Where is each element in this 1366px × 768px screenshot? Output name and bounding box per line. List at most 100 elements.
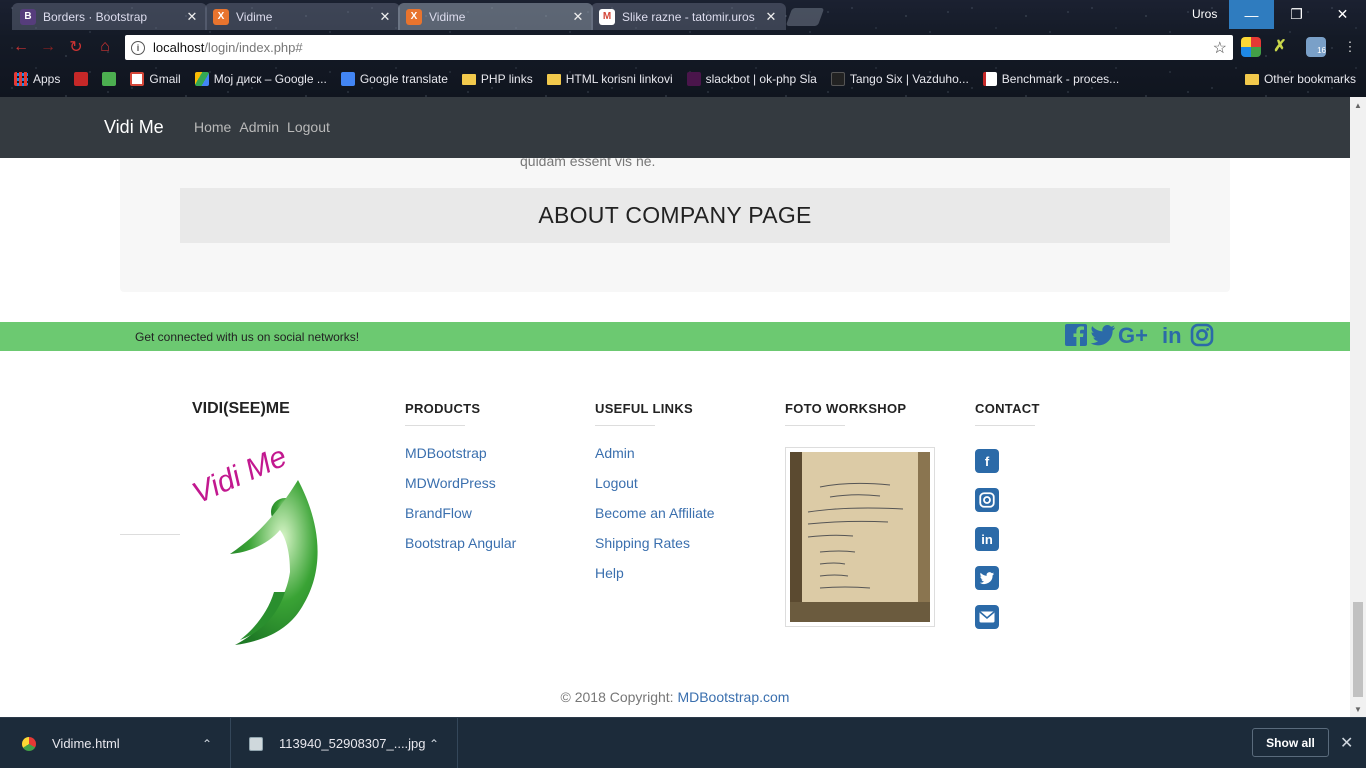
new-tab-button[interactable] (785, 8, 825, 26)
gmail-icon (130, 72, 145, 86)
extension-color-icon[interactable] (1241, 37, 1261, 57)
copyright-link[interactable]: MDBootstrap.com (677, 689, 789, 705)
extension-x-icon[interactable]: ✗ (1270, 37, 1290, 57)
bookmark-drive[interactable]: Мој диск – Google ... (194, 72, 327, 86)
workshop-photo[interactable] (785, 447, 935, 627)
bookmark-html-links[interactable]: HTML korisni linkovi (546, 72, 673, 86)
download-filename: Vidime.html (52, 736, 120, 751)
contact-icons: f in (975, 449, 999, 629)
link-bootstrap-angular[interactable]: Bootstrap Angular (405, 535, 516, 565)
scroll-up-arrow-icon[interactable]: ▲ (1350, 97, 1366, 113)
heading-rule (405, 425, 465, 426)
folder-icon (1244, 73, 1259, 85)
bookmark-slackbot[interactable]: slackbot | ok-php Sla (686, 72, 817, 86)
bookmark-tango-six[interactable]: Tango Six | Vazduho... (830, 72, 969, 86)
extension-cloud-icon[interactable]: 16 (1306, 37, 1326, 57)
bookmark-gmail[interactable]: Gmail (130, 72, 181, 86)
apps-icon (14, 72, 28, 86)
folder-icon (461, 73, 476, 85)
tab-vidime-2[interactable]: X Vidime ✕ (398, 3, 593, 30)
reload-icon[interactable]: ↻ (66, 37, 86, 57)
benchmark-icon (982, 72, 997, 86)
facebook-icon[interactable] (1064, 323, 1088, 347)
download-item-html[interactable]: Vidime.html ⌃ (0, 718, 231, 768)
svg-text:G+: G+ (1118, 323, 1148, 347)
bookmark-translate[interactable]: Google translate (340, 72, 448, 86)
tab-borders-bootstrap[interactable]: B Borders · Bootstrap ✕ (12, 3, 207, 30)
close-tab-icon[interactable]: ✕ (185, 9, 199, 25)
translate-icon (340, 72, 355, 86)
instagram-icon[interactable] (975, 488, 999, 512)
bookmark-apps[interactable]: Apps (14, 72, 60, 86)
link-logout[interactable]: Logout (595, 475, 715, 505)
bookmark-maps[interactable] (102, 72, 117, 86)
scroll-down-arrow-icon[interactable]: ▼ (1350, 701, 1366, 717)
url-text[interactable]: localhost/login/index.php# (153, 40, 1205, 55)
nav-home[interactable]: Home (194, 119, 231, 135)
tab-slike-razne[interactable]: M Slike razne - tatomir.uros ✕ (591, 3, 786, 30)
folder-icon (546, 73, 561, 85)
bookmark-star-icon[interactable]: ☆ (1213, 38, 1233, 58)
envelope-icon[interactable] (975, 605, 999, 629)
xampp-favicon-icon: X (213, 8, 229, 25)
facebook-icon[interactable]: f (975, 449, 999, 473)
bookmark-pdf[interactable] (74, 72, 89, 86)
bookmarks-bar: Apps Gmail Мој диск – Google ... Google … (0, 66, 1366, 92)
tab-title: Vidime (429, 9, 466, 24)
minimize-button[interactable]: — (1229, 0, 1274, 29)
back-arrow-icon[interactable]: ← (11, 37, 31, 57)
link-mdwordpress[interactable]: MDWordPress (405, 475, 516, 505)
tab-vidime-1[interactable]: X Vidime ✕ (205, 3, 400, 30)
menu-kebab-icon[interactable]: ⋮ (1340, 37, 1360, 57)
instagram-icon[interactable] (1190, 323, 1214, 347)
browser-toolbar: ← → ↻ ⌂ i localhost/login/index.php# ☆ ✗… (0, 33, 1366, 61)
pdf-icon (74, 72, 89, 86)
chevron-up-icon[interactable]: ⌃ (202, 737, 212, 751)
link-shipping-rates[interactable]: Shipping Rates (595, 535, 715, 565)
linkedin-icon[interactable]: in (1162, 323, 1188, 347)
home-icon[interactable]: ⌂ (95, 37, 115, 57)
link-help[interactable]: Help (595, 565, 715, 595)
navbar-brand[interactable]: Vidi Me (104, 117, 164, 138)
tab-title: Vidime (236, 9, 273, 24)
profile-name[interactable]: Uros (1192, 7, 1217, 21)
restore-button[interactable]: ❐ (1274, 0, 1319, 29)
close-shelf-icon[interactable]: ✕ (1340, 733, 1353, 753)
link-admin[interactable]: Admin (595, 445, 715, 475)
scroll-thumb[interactable] (1353, 602, 1363, 697)
about-heading: ABOUT COMPANY PAGE (180, 188, 1170, 243)
download-item-jpg[interactable]: 113940_52908307_....jpg ⌃ (231, 718, 458, 768)
link-brandflow[interactable]: BrandFlow (405, 505, 516, 535)
twitter-icon[interactable] (975, 566, 999, 590)
download-filename: 113940_52908307_....jpg (279, 736, 426, 751)
chevron-up-icon[interactable]: ⌃ (429, 737, 439, 751)
close-window-button[interactable]: ✕ (1320, 0, 1365, 29)
vidi-me-logo: Vidi Me (190, 442, 318, 645)
bookmark-php-links[interactable]: PHP links (461, 72, 533, 86)
link-mdbootstrap[interactable]: MDBootstrap (405, 445, 516, 475)
close-tab-icon[interactable]: ✕ (378, 9, 392, 25)
flipchart-image (790, 452, 930, 622)
google-plus-icon[interactable]: G+ (1118, 323, 1160, 347)
link-affiliate[interactable]: Become an Affiliate (595, 505, 715, 535)
bootstrap-favicon-icon: B (20, 8, 36, 25)
show-all-button[interactable]: Show all (1252, 728, 1329, 757)
gmail-favicon-icon: M (599, 8, 615, 25)
tango-icon (830, 72, 845, 86)
footer-products: PRODUCTS MDBootstrap MDWordPress BrandFl… (405, 401, 516, 565)
address-bar[interactable]: i localhost/login/index.php# ☆ (125, 35, 1233, 60)
other-bookmarks[interactable]: Other bookmarks (1244, 72, 1356, 86)
forward-arrow-icon[interactable]: → (38, 37, 58, 57)
linkedin-icon[interactable]: in (975, 527, 999, 551)
twitter-icon[interactable] (1090, 323, 1116, 347)
nav-admin[interactable]: Admin (239, 119, 279, 135)
close-tab-icon[interactable]: ✕ (571, 9, 585, 25)
close-tab-icon[interactable]: ✕ (764, 9, 778, 25)
nav-logout[interactable]: Logout (287, 119, 330, 135)
info-icon[interactable]: i (131, 40, 145, 55)
bookmark-benchmark[interactable]: Benchmark - proces... (982, 72, 1119, 86)
workshop-photo-image (790, 452, 930, 622)
footer-contact: CONTACT (975, 401, 1040, 426)
page-scrollbar[interactable]: ▲ ▼ (1350, 97, 1366, 717)
tab-title: Borders · Bootstrap (43, 9, 148, 24)
